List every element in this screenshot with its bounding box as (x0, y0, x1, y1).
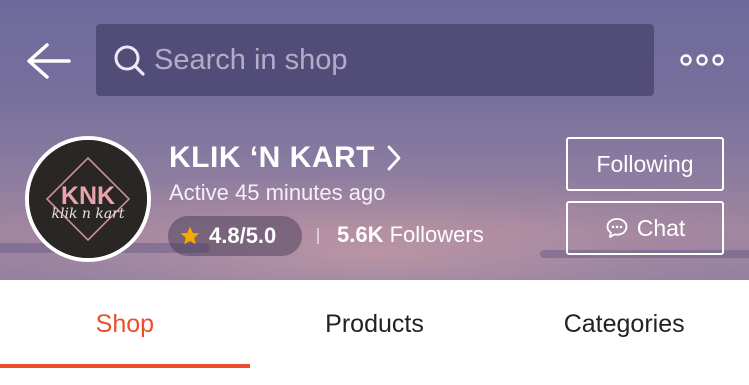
search-icon (114, 45, 145, 76)
arrow-left-icon (27, 43, 71, 79)
shop-name-link[interactable]: KLIK ‘N KART (169, 138, 403, 178)
more-dots-icon (680, 54, 724, 66)
stats-divider (317, 228, 319, 244)
following-button[interactable]: Following (566, 137, 724, 191)
tab-shop[interactable]: Shop (0, 280, 250, 368)
followers-info: 5.6K Followers (337, 222, 484, 248)
content-area (0, 368, 749, 385)
rating-badge: 4.8/5.0 (168, 216, 302, 256)
tab-categories-label: Categories (563, 309, 685, 338)
following-button-label: Following (596, 150, 694, 177)
tab-products[interactable]: Products (250, 280, 500, 368)
more-options-button[interactable] (676, 48, 728, 72)
shop-avatar[interactable]: KNK klik n kart (25, 136, 151, 262)
followers-label: Followers (389, 222, 484, 247)
shop-tabs: Shop Products Categories (0, 280, 749, 369)
active-status: Active 45 minutes ago (169, 180, 386, 205)
back-button[interactable] (22, 36, 74, 86)
followers-count: 5.6K (337, 222, 384, 247)
chevron-right-icon (387, 145, 401, 171)
tab-categories[interactable]: Categories (499, 280, 749, 368)
star-icon (180, 226, 200, 245)
chat-button-label: Chat (636, 214, 686, 241)
tab-shop-label: Shop (95, 309, 155, 338)
rating-value: 4.8/5.0 (209, 223, 277, 248)
svg-text:klik n kart: klik n kart (52, 206, 125, 222)
chat-button[interactable]: Chat (566, 201, 724, 255)
shop-logo: KNK klik n kart (29, 140, 147, 258)
tab-products-label: Products (325, 309, 424, 338)
search-input[interactable]: Search in shop (96, 24, 654, 96)
search-placeholder: Search in shop (154, 43, 348, 76)
shop-header: Search in shop KNK klik n kart KLIK ‘N K… (0, 0, 749, 280)
chat-bubble-icon (606, 218, 628, 238)
shop-name: KLIK ‘N KART (169, 141, 375, 174)
